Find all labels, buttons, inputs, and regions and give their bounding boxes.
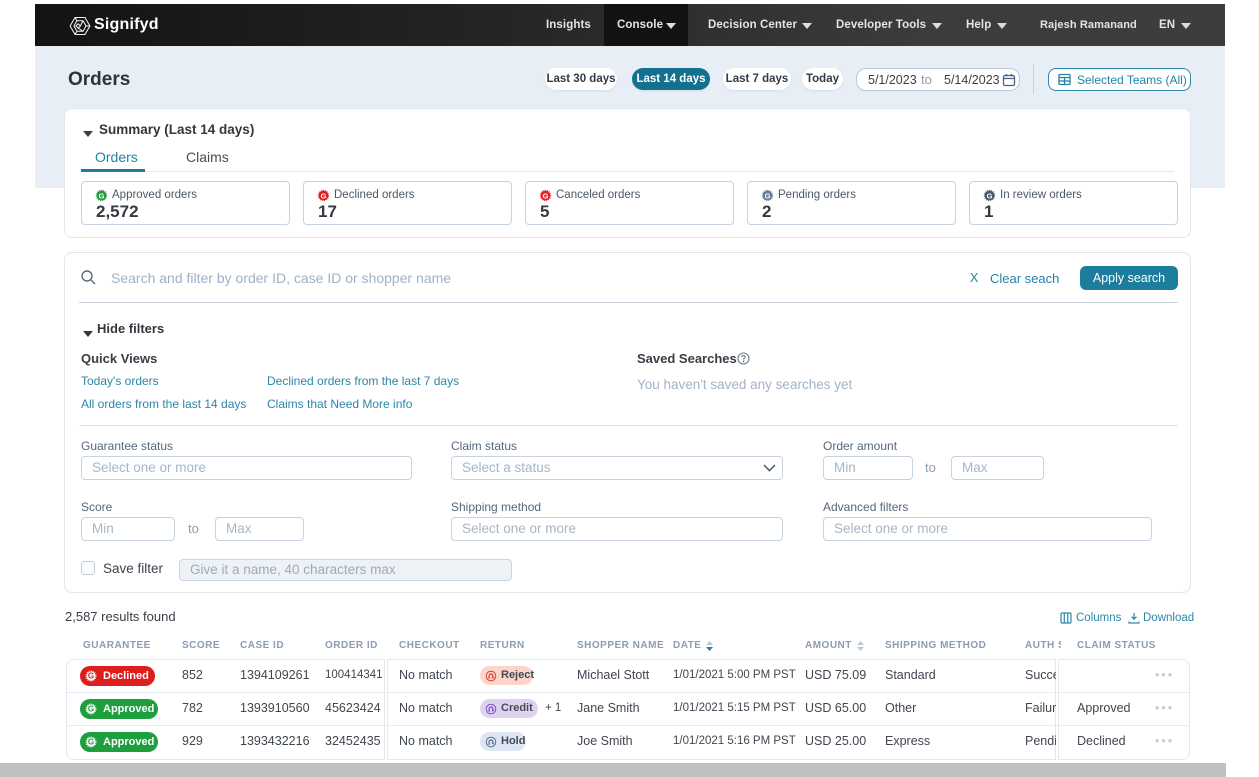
svg-text:G: G: [99, 191, 105, 200]
svg-text:G: G: [88, 671, 94, 680]
svg-text:G: G: [987, 191, 993, 200]
svg-text:G: G: [765, 191, 771, 200]
svg-text:G: G: [321, 191, 327, 200]
svg-text:G: G: [543, 191, 549, 200]
svg-text:G: G: [88, 737, 94, 746]
svg-text:G: G: [88, 704, 94, 713]
